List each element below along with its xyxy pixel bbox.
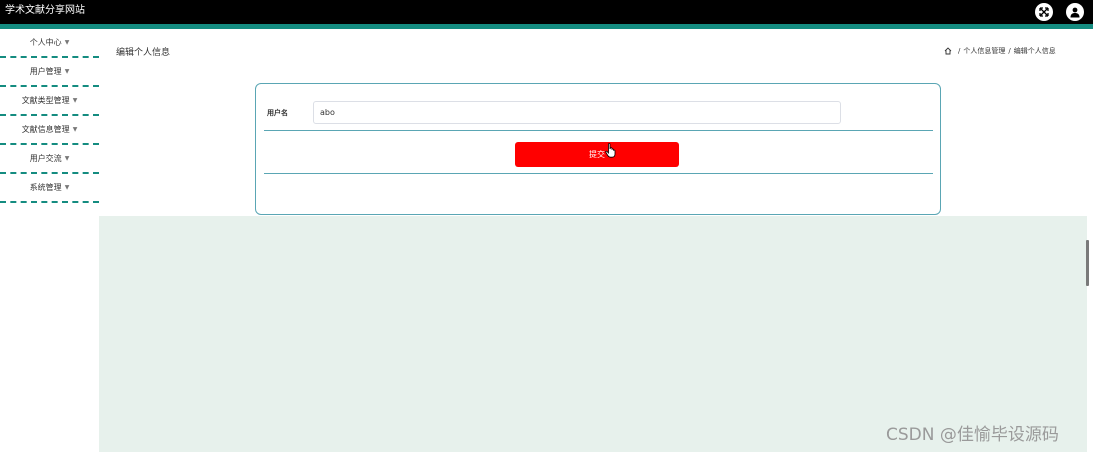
sidebar-item-label: 系统管理 (29, 183, 62, 192)
chevron-down-icon: ▼ (64, 155, 70, 162)
sidebar-item-label: 用户管理 (29, 67, 62, 76)
breadcrumb: / 个人信息管理 / 编辑个人信息 (944, 46, 1056, 56)
fullscreen-toggle-icon[interactable] (1035, 3, 1053, 21)
breadcrumb-separator: / (1008, 47, 1011, 55)
sidebar-item-document-info-management[interactable]: 文献信息管理 ▼ (0, 116, 99, 145)
chevron-down-icon: ▼ (64, 184, 70, 191)
sidebar-item-label: 个人中心 (29, 38, 62, 47)
sidebar-item-label: 用户交流 (29, 154, 62, 163)
page-title: 编辑个人信息 (116, 48, 171, 58)
user-silhouette-icon (1070, 7, 1080, 18)
chevron-down-icon: ▼ (64, 68, 70, 75)
content-background (99, 216, 1087, 452)
breadcrumb-item-edit-personal-info: 编辑个人信息 (1013, 47, 1056, 55)
chevron-down-icon: ▼ (72, 126, 78, 133)
chevron-down-icon: ▼ (72, 97, 78, 104)
sidebar-item-user-management[interactable]: 用户管理 ▼ (0, 58, 99, 87)
sidebar-item-document-type-management[interactable]: 文献类型管理 ▼ (0, 87, 99, 116)
breadcrumb-item-personal-info[interactable]: 个人信息管理 (963, 46, 1005, 56)
sidebar-item-label: 文献信息管理 (21, 125, 70, 134)
site-title: 学术文献分享网站 (5, 5, 85, 16)
scrollbar-thumb[interactable] (1086, 240, 1089, 286)
breadcrumb-separator: / (958, 47, 961, 55)
top-bar (0, 0, 1093, 24)
watermark: CSDN @佳愉毕设源码 (886, 425, 1059, 445)
username-label: 用户名 (267, 109, 288, 117)
top-bar-accent-stripe (0, 24, 1093, 29)
fullscreen-arrows-icon (1039, 7, 1049, 17)
username-input[interactable] (313, 101, 841, 124)
home-icon[interactable] (944, 47, 952, 55)
submit-button[interactable]: 提交 (515, 142, 679, 167)
hand-cursor-icon (605, 143, 616, 158)
form-divider (264, 173, 933, 174)
sidebar-item-personal-center[interactable]: 个人中心 ▼ (0, 29, 99, 58)
chevron-down-icon: ▼ (64, 39, 70, 46)
sidebar-item-label: 文献类型管理 (21, 96, 70, 105)
sidebar-item-system-management[interactable]: 系统管理 ▼ (0, 174, 99, 203)
user-avatar-icon[interactable] (1066, 3, 1084, 21)
form-divider (264, 130, 933, 131)
sidebar-nav: 个人中心 ▼ 用户管理 ▼ 文献类型管理 ▼ 文献信息管理 ▼ 用户交流 ▼ 系… (0, 29, 99, 452)
sidebar-item-user-communication[interactable]: 用户交流 ▼ (0, 145, 99, 174)
